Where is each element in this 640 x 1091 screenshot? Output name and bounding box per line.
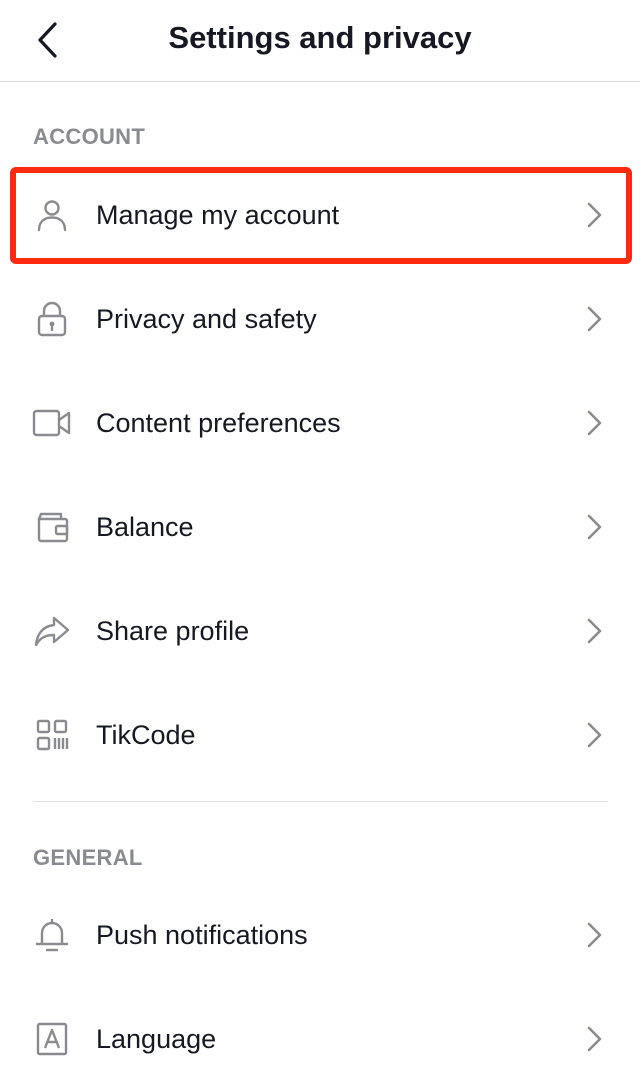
settings-row-label: Push notifications bbox=[96, 920, 308, 950]
section-label-general: GENERAL bbox=[33, 845, 143, 870]
settings-row-label: Content preferences bbox=[96, 408, 341, 438]
wallet-icon bbox=[32, 507, 72, 547]
settings-row-label: Share profile bbox=[96, 616, 250, 646]
header-bar: Settings and privacy bbox=[0, 0, 640, 82]
section-divider bbox=[33, 801, 608, 802]
person-icon bbox=[32, 195, 72, 235]
chevron-right-icon bbox=[587, 1026, 602, 1052]
settings-row-balance[interactable]: Balance bbox=[0, 475, 640, 579]
page-title: Settings and privacy bbox=[168, 20, 472, 55]
settings-row-push-notifications[interactable]: Push notifications bbox=[0, 883, 640, 987]
settings-row-label: Manage my account bbox=[96, 200, 340, 230]
chevron-right-icon bbox=[587, 922, 602, 948]
chevron-right-icon bbox=[587, 306, 602, 332]
settings-row-tikcode[interactable]: TikCode bbox=[0, 683, 640, 787]
settings-row-language[interactable]: Language bbox=[0, 987, 640, 1091]
settings-row-label: TikCode bbox=[96, 720, 196, 750]
qr-code-icon bbox=[32, 715, 72, 755]
chevron-right-icon bbox=[587, 202, 602, 228]
settings-row-label: Balance bbox=[96, 512, 194, 542]
lock-icon bbox=[32, 299, 72, 339]
language-icon bbox=[32, 1019, 72, 1059]
chevron-right-icon bbox=[587, 722, 602, 748]
settings-row-label: Privacy and safety bbox=[96, 304, 317, 334]
chevron-right-icon bbox=[587, 514, 602, 540]
video-camera-icon bbox=[32, 403, 72, 443]
settings-row-manage-account[interactable]: Manage my account bbox=[0, 163, 640, 267]
section-label-account: ACCOUNT bbox=[33, 124, 146, 149]
settings-row-privacy-safety[interactable]: Privacy and safety bbox=[0, 267, 640, 371]
chevron-right-icon bbox=[587, 618, 602, 644]
chevron-right-icon bbox=[587, 410, 602, 436]
bell-icon bbox=[32, 915, 72, 955]
settings-row-share-profile[interactable]: Share profile bbox=[0, 579, 640, 683]
settings-row-label: Language bbox=[96, 1024, 217, 1054]
share-arrow-icon bbox=[32, 611, 72, 651]
settings-row-content-preferences[interactable]: Content preferences bbox=[0, 371, 640, 475]
